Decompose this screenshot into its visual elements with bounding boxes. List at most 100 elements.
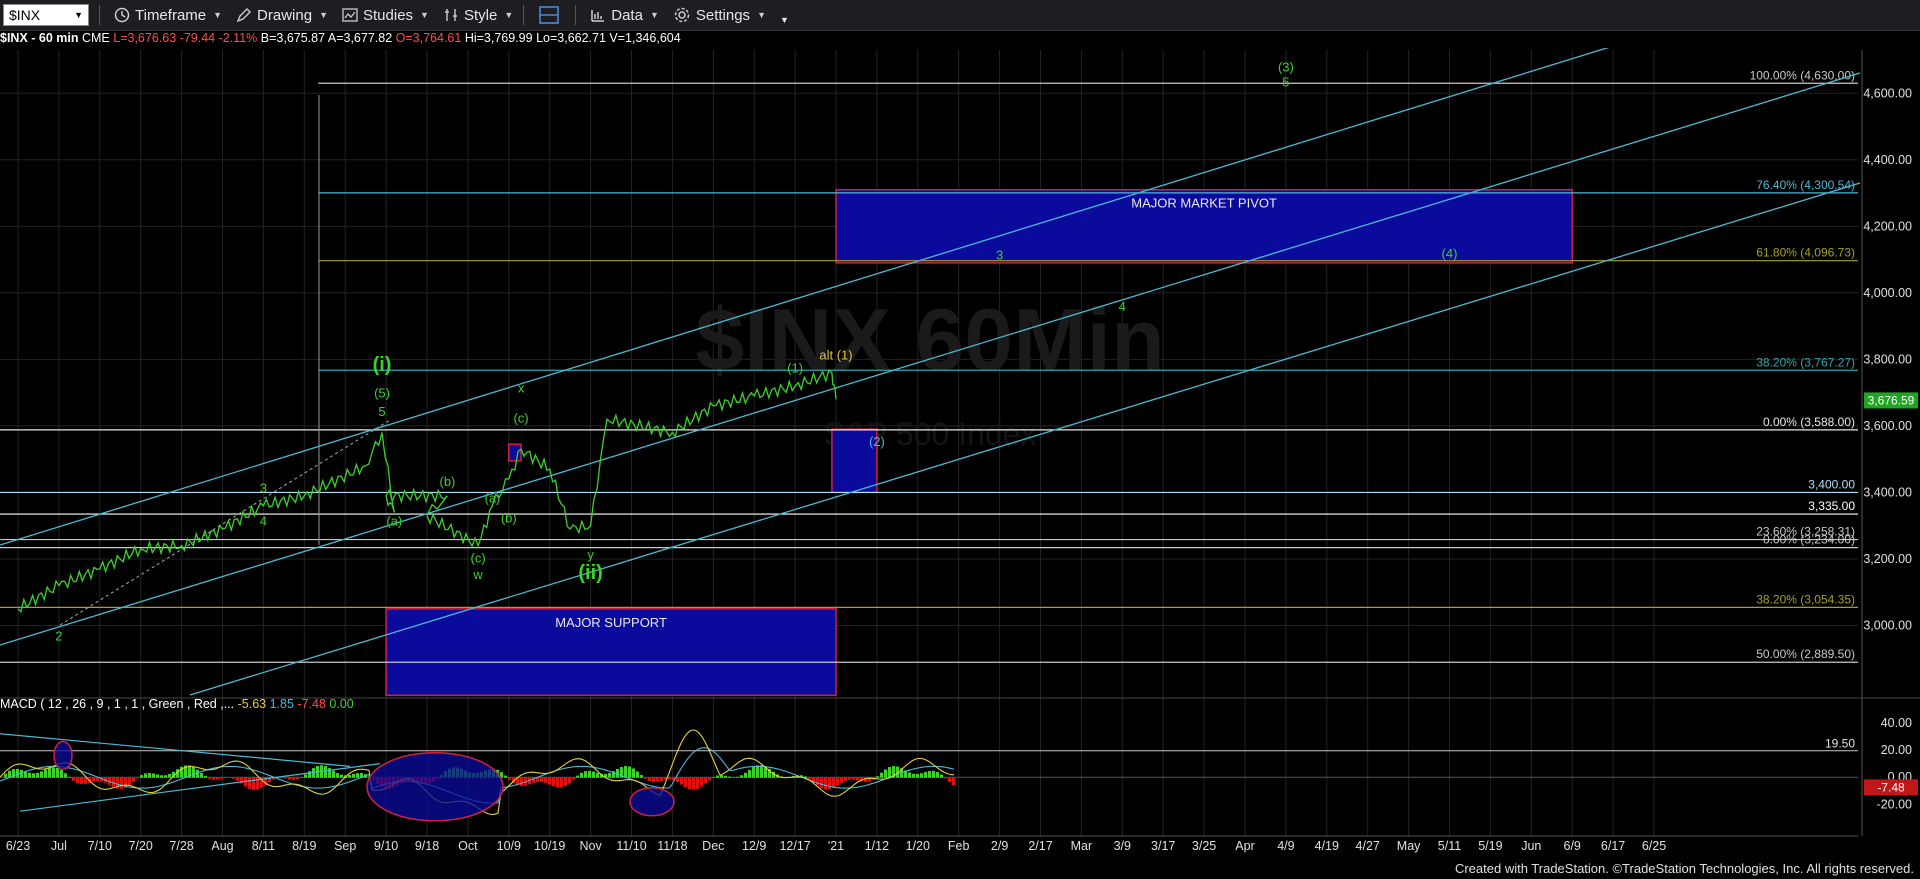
time-tick-label: 5/11 — [1438, 839, 1461, 853]
timeframe-menu[interactable]: Timeframe ▼ — [114, 7, 222, 24]
macd-histogram-bar — [928, 770, 931, 778]
time-tick-label: Dec — [702, 839, 724, 853]
macd-histogram-bar — [252, 777, 255, 790]
wave-label: alt (1) — [819, 347, 852, 362]
zone-label: MAJOR SUPPORT — [555, 615, 667, 630]
macd-histogram-bar — [692, 777, 695, 790]
wave-label: (b) — [440, 474, 456, 489]
macd-histogram-bar — [576, 775, 579, 778]
macd-histogram-bar — [724, 775, 727, 778]
layout-button[interactable] — [538, 5, 565, 25]
macd-histogram-bar — [924, 771, 927, 778]
macd-histogram-bar — [60, 770, 63, 778]
macd-histogram-bar — [64, 773, 67, 778]
macd-trendline[interactable] — [0, 733, 351, 767]
macd-histogram-bar — [848, 777, 851, 780]
wave-label: (1) — [787, 361, 803, 376]
time-tick-label: Oct — [458, 839, 478, 853]
macd-ellipse[interactable] — [629, 786, 675, 817]
macd-histogram-bar — [148, 772, 151, 778]
macd-histogram-bar — [584, 771, 587, 778]
macd-histogram-bar — [840, 777, 843, 783]
macd-histogram-bar — [324, 766, 327, 778]
level-label: 61.80% (4,096.73) — [1756, 246, 1855, 260]
macd-histogram-bar — [128, 777, 131, 786]
time-tick-label: 4/9 — [1277, 839, 1294, 853]
bid-price: B=3,675.87 — [260, 31, 326, 45]
drawing-menu[interactable]: Drawing ▼ — [236, 7, 328, 24]
macd-histogram-bar — [716, 775, 719, 778]
time-tick-label: '21 — [828, 839, 844, 853]
macd-histogram-bar — [68, 776, 71, 778]
macd-histogram-bar — [884, 769, 887, 778]
macd-reference-label: 19.50 — [1825, 737, 1855, 751]
macd-histogram-bar — [880, 772, 883, 778]
macd-histogram-bar — [552, 777, 555, 787]
level-label: 0.00% (3,588.00) — [1763, 415, 1855, 429]
macd-histogram-bar — [680, 777, 683, 785]
macd-histogram-bar — [340, 774, 343, 778]
time-tick-label: 11/18 — [657, 839, 687, 853]
macd-histogram-bar — [332, 770, 335, 778]
wave-label: (4) — [1442, 246, 1458, 261]
studies-icon — [342, 8, 358, 22]
macd-histogram-bar — [820, 777, 823, 789]
macd-histogram-bar — [92, 777, 95, 782]
macd-histogram-bar — [640, 774, 643, 778]
style-menu[interactable]: Style ▼ — [443, 7, 513, 24]
drawing-label: Drawing — [257, 6, 313, 24]
macd-histogram-bar — [636, 771, 639, 778]
price-tick-label: 4,000.00 — [1863, 286, 1912, 300]
macd-histogram-bar — [752, 767, 755, 778]
macd-histogram-bar — [236, 777, 239, 781]
time-tick-label: 1/20 — [906, 839, 930, 853]
price-tick-label: 4,400.00 — [1863, 153, 1912, 167]
data-menu[interactable]: Data ▼ — [590, 7, 659, 24]
wave-label: 3 — [260, 480, 267, 495]
macd-histogram-bar — [144, 773, 147, 778]
macd-histogram-bar — [132, 777, 135, 782]
macd-histogram-bar — [308, 771, 311, 778]
overflow-menu[interactable]: ▼ — [780, 5, 789, 25]
time-tick-label: 6/25 — [1642, 839, 1666, 853]
macd-histogram-bar — [232, 777, 235, 779]
ask-price: A=3,677.82 — [327, 31, 393, 45]
level-label: 3,400.00 — [1808, 477, 1855, 491]
macd-histogram-bar — [732, 777, 735, 778]
price-chart[interactable]: $INX 60Min S&P 500 Index MAJOR MARKET PI… — [0, 48, 1920, 858]
macd-histogram-bar — [152, 773, 155, 778]
macd-histogram-bar — [632, 768, 635, 778]
macd-histogram-bar — [744, 772, 747, 778]
macd-histogram-bar — [660, 777, 663, 781]
macd-histogram-bar — [644, 777, 647, 779]
time-tick-label: May — [1397, 839, 1421, 853]
level-label: 100.00% (4,630.00) — [1750, 68, 1855, 82]
macd-histogram-bar — [40, 771, 43, 778]
macd-ellipse[interactable] — [53, 740, 73, 771]
macd-histogram-bar — [608, 773, 611, 778]
wave-label: (a) — [386, 514, 402, 529]
symbol-interval: $INX - 60 min — [0, 31, 79, 45]
macd-histogram-bar — [560, 777, 563, 788]
channel-line-upper[interactable] — [0, 48, 1610, 546]
macd-histogram-bar — [164, 775, 167, 778]
macd-value-3: -7.48 — [297, 697, 326, 711]
macd-histogram-bar — [288, 777, 291, 780]
time-tick-label: 4/19 — [1315, 839, 1339, 853]
settings-menu[interactable]: Settings ▼ — [673, 6, 766, 24]
macd-histogram-bar — [748, 769, 751, 778]
chevron-down-icon: ▼ — [319, 10, 328, 20]
level-label: 38.20% (3,767.27) — [1756, 355, 1855, 369]
wave-label: (2) — [869, 434, 885, 449]
macd-histogram-bar — [708, 777, 711, 781]
level-label: 3,335.00 — [1808, 499, 1855, 513]
macd-histogram-bar — [944, 777, 947, 779]
timeframe-label: Timeframe — [135, 6, 207, 24]
chevron-down-icon: ▼ — [504, 10, 514, 20]
macd-ellipse[interactable] — [366, 751, 504, 822]
studies-menu[interactable]: Studies ▼ — [342, 7, 429, 24]
macd-histogram-bar — [588, 770, 591, 778]
macd-histogram-bar — [192, 766, 195, 778]
zone-rect[interactable] — [508, 443, 522, 462]
symbol-selector[interactable]: $INX ▼ — [3, 4, 89, 26]
